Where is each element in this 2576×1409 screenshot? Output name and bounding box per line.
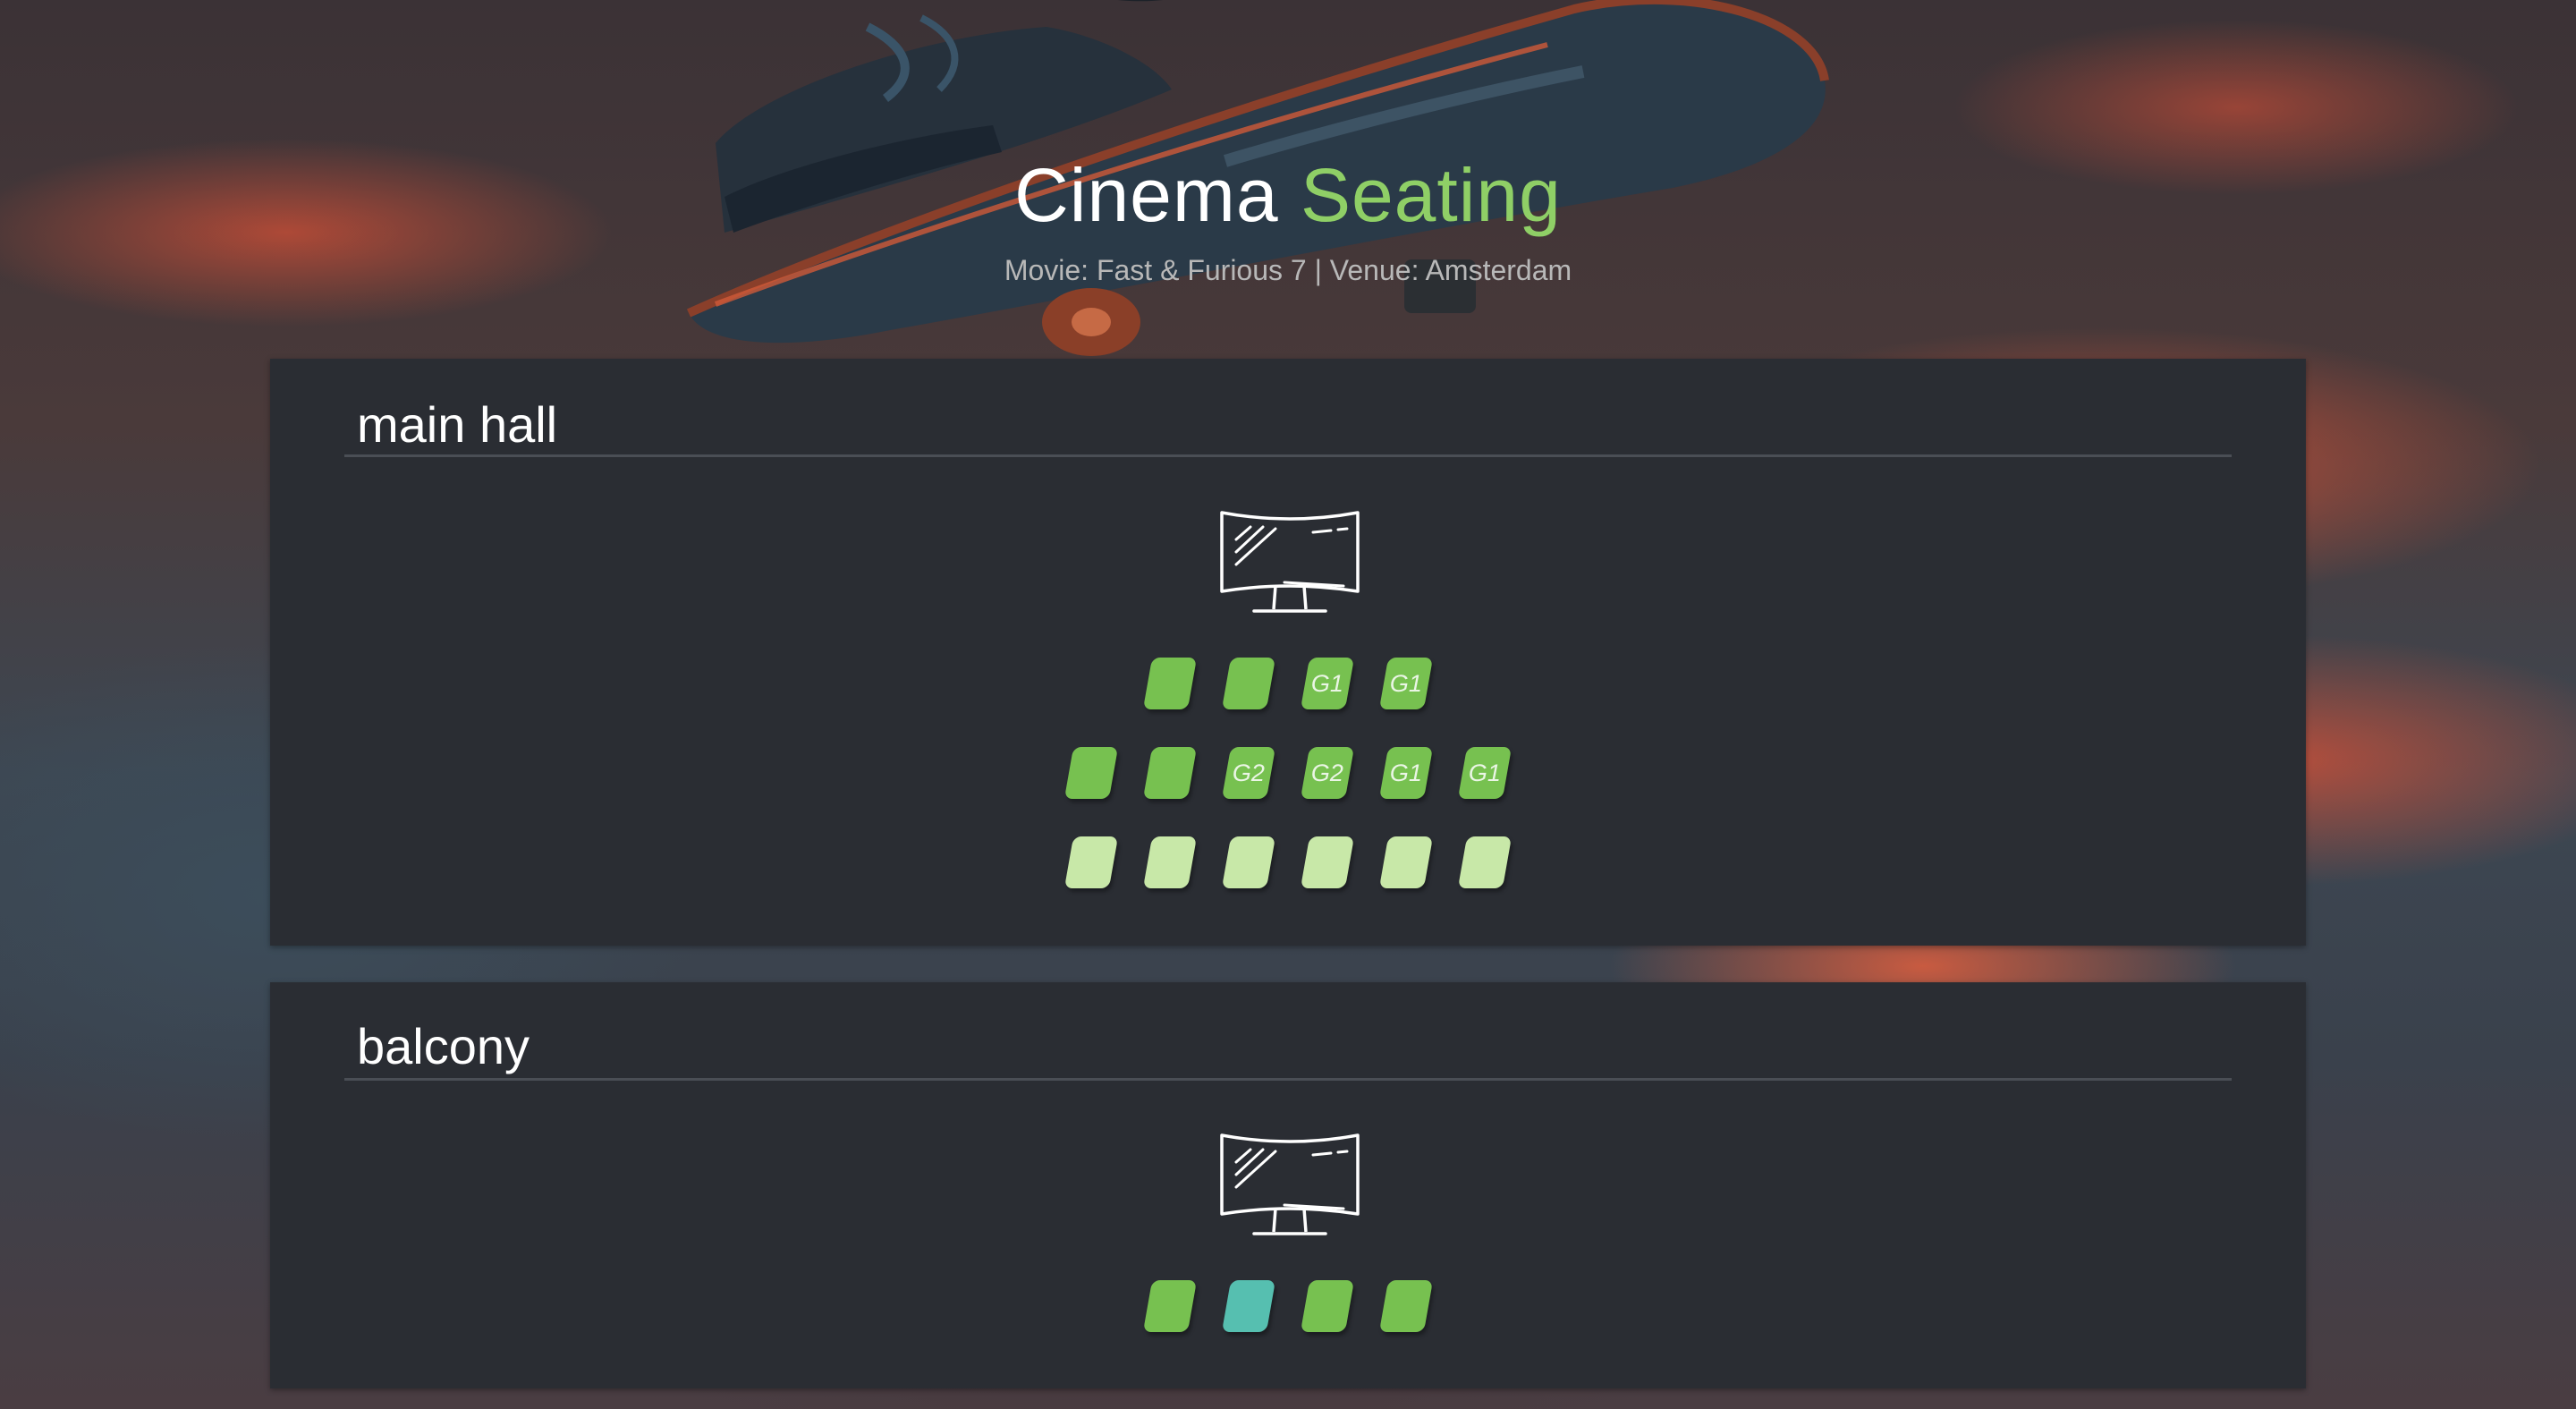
seat-taken[interactable]	[1300, 1280, 1355, 1332]
seat-group-label: G1	[1389, 669, 1423, 697]
seat-taken[interactable]: G1	[1378, 747, 1434, 799]
seat-taken[interactable]	[1142, 658, 1198, 709]
seat-group-label: G1	[1310, 669, 1344, 697]
seat-taken[interactable]: G1	[1457, 747, 1513, 799]
hall-title: balcony	[357, 1018, 530, 1074]
seat-taken[interactable]	[1221, 658, 1276, 709]
screen-icon	[1220, 1133, 1360, 1235]
seat-group-label: G2	[1310, 759, 1344, 786]
seat-taken[interactable]	[1378, 1280, 1434, 1332]
movie-venue-subtitle: Movie: Fast & Furious 7 | Venue: Amsterd…	[1004, 254, 1572, 286]
seat-selected[interactable]	[1221, 1280, 1276, 1332]
seat-group-label: G1	[1468, 759, 1502, 786]
seat-free[interactable]	[1378, 836, 1434, 888]
seat-free[interactable]	[1457, 836, 1513, 888]
seat-free[interactable]	[1221, 836, 1276, 888]
title-main: Cinema	[1014, 153, 1279, 237]
seat-free[interactable]	[1142, 836, 1198, 888]
page-title: Cinema Seating	[0, 150, 2576, 240]
title-accent: Seating	[1300, 153, 1562, 237]
seat-row: G1 G1	[270, 658, 2306, 713]
hall-divider	[344, 1078, 2232, 1081]
screen-icon	[1220, 511, 1360, 613]
seat-row	[270, 836, 2306, 892]
hall-title: main hall	[357, 396, 558, 453]
seat-taken[interactable]	[1063, 747, 1119, 799]
hall-panel-main: main hall G1 G1 G2 G2 G1 G1	[270, 359, 2306, 946]
seat-taken[interactable]: G1	[1378, 658, 1434, 709]
seat-taken[interactable]: G2	[1221, 747, 1276, 799]
page-header: Cinema Seating Movie: Fast & Furious 7 |…	[0, 150, 2576, 288]
seat-row: G2 G2 G1 G1	[270, 747, 2306, 802]
hall-divider	[344, 454, 2232, 457]
seat-row	[270, 1280, 2306, 1336]
seat-taken[interactable]	[1142, 1280, 1198, 1332]
seat-taken[interactable]: G2	[1300, 747, 1355, 799]
seat-taken[interactable]: G1	[1300, 658, 1355, 709]
seat-group-label: G2	[1232, 759, 1266, 786]
seat-free[interactable]	[1063, 836, 1119, 888]
seat-free[interactable]	[1300, 836, 1355, 888]
seat-group-label: G1	[1389, 759, 1423, 786]
hall-panel-balcony: balcony	[270, 982, 2306, 1388]
seat-taken[interactable]	[1142, 747, 1198, 799]
